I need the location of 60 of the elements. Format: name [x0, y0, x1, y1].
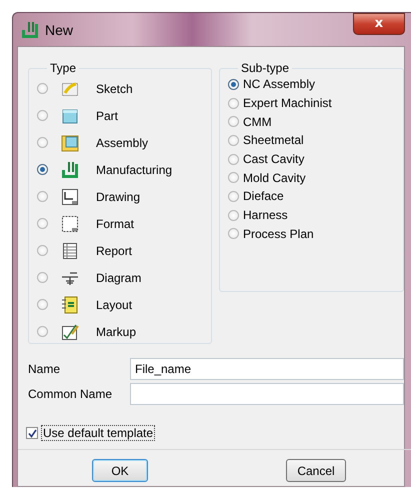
- field-label: Name: [28, 362, 62, 376]
- radio-label: Expert Machinist: [243, 96, 332, 110]
- radio-label: Markup: [96, 324, 136, 338]
- radio-button[interactable]: [37, 299, 48, 310]
- radio-label: Part: [96, 108, 118, 122]
- cube-icon: [61, 106, 79, 124]
- radio-button[interactable]: [228, 78, 239, 90]
- radio-label: Sketch: [96, 82, 133, 96]
- checkbox-label: Use default template: [41, 425, 156, 441]
- radio-button[interactable]: [37, 326, 48, 337]
- manufacturing-icon: [61, 160, 79, 178]
- radio-button[interactable]: [228, 154, 239, 165]
- radio-button[interactable]: [37, 164, 48, 175]
- radio-label: Harness: [243, 208, 288, 222]
- radio-label: Diagram: [96, 270, 142, 284]
- radio-button[interactable]: [37, 272, 48, 283]
- radio-button[interactable]: [228, 172, 239, 184]
- radio-button[interactable]: [228, 116, 239, 128]
- checkbox[interactable]: [26, 427, 38, 439]
- radio-button[interactable]: [228, 210, 239, 221]
- radio-label: Assembly: [96, 136, 148, 150]
- field-label: Common Name: [28, 387, 114, 401]
- drawing-icon: [61, 188, 79, 206]
- radio-label: Dieface: [243, 189, 284, 204]
- group-title: Sub-type: [240, 61, 290, 75]
- cube-icon: [61, 134, 79, 152]
- radio-label: Report: [96, 244, 132, 258]
- radio-label: Drawing: [96, 190, 140, 204]
- radio-label: CMM: [243, 114, 272, 129]
- radio-button[interactable]: [37, 83, 48, 94]
- radio-label: Process Plan: [243, 226, 314, 241]
- radio-button[interactable]: [228, 190, 239, 202]
- window-title: New: [45, 22, 74, 38]
- format-icon: [61, 214, 79, 232]
- markup-icon: [61, 322, 79, 340]
- radio-button[interactable]: [37, 110, 48, 121]
- radio-button[interactable]: [37, 245, 48, 256]
- input-field[interactable]: [130, 383, 404, 405]
- radio-label: Sheetmetal: [243, 133, 304, 148]
- radio-label: NC Assembly: [243, 77, 316, 92]
- report-icon: [61, 242, 79, 260]
- input-field[interactable]: File_name: [130, 358, 404, 380]
- radio-button[interactable]: [228, 98, 239, 109]
- layout-icon: [61, 296, 79, 314]
- radio-label: Cast Cavity: [243, 152, 304, 166]
- close-button[interactable]: x: [353, 12, 405, 34]
- radio-label: Format: [96, 216, 134, 230]
- radio-button[interactable]: [37, 191, 48, 202]
- app-icon: [21, 20, 39, 38]
- radio-button[interactable]: [37, 137, 48, 148]
- group-title: Type: [49, 61, 78, 75]
- radio-label: Mold Cavity: [243, 170, 306, 185]
- sketch-icon: [61, 80, 79, 98]
- radio-button[interactable]: [228, 134, 239, 146]
- dialog-button[interactable]: Cancel: [286, 459, 346, 482]
- radio-button[interactable]: [37, 218, 48, 229]
- dialog-button[interactable]: OK: [92, 459, 148, 482]
- radio-button[interactable]: [228, 228, 239, 240]
- radio-label: Manufacturing: [96, 162, 172, 176]
- radio-label: Layout: [96, 298, 132, 312]
